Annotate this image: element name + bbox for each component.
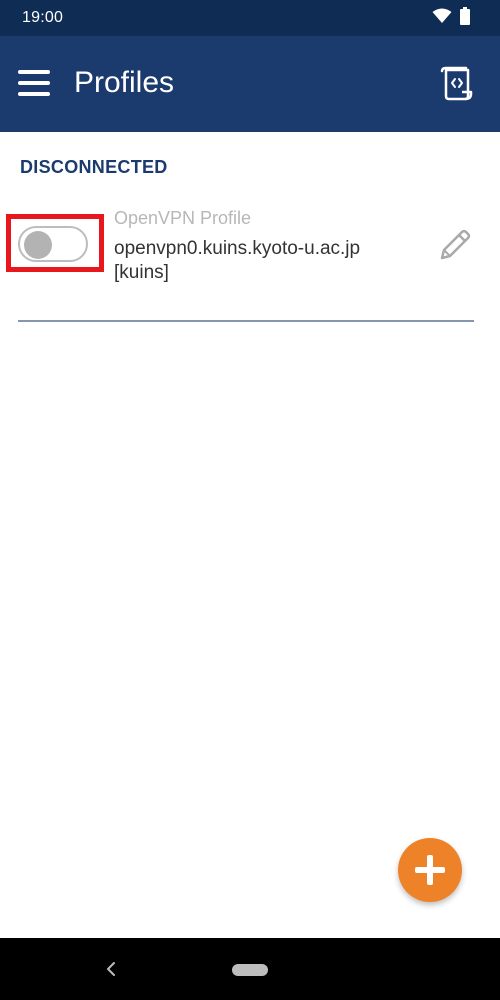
status-icons [432, 6, 470, 30]
system-nav-bar [0, 938, 500, 1000]
toggle-knob [24, 231, 52, 259]
status-time: 19:00 [22, 9, 64, 26]
menu-icon-bar-bottom [18, 92, 50, 96]
battery-icon [460, 6, 470, 30]
profile-connect-toggle[interactable] [18, 226, 88, 262]
page-title: Profiles [74, 66, 175, 99]
back-icon[interactable] [104, 960, 118, 978]
profile-type-label: OpenVPN Profile [114, 208, 252, 228]
profile-host[interactable]: openvpn0.kuins.kyoto-u.ac.jp [114, 238, 360, 260]
profile-divider [18, 320, 474, 322]
status-bar: 19:00 [0, 0, 500, 36]
edit-profile-button[interactable] [436, 226, 472, 264]
home-pill[interactable] [232, 964, 268, 976]
menu-icon-bar-middle [18, 81, 50, 85]
profile-name[interactable]: [kuins] [114, 262, 169, 284]
menu-icon-bar-top [18, 70, 50, 74]
add-profile-button[interactable] [398, 838, 462, 902]
plus-icon [415, 855, 445, 885]
pencil-icon [440, 229, 471, 260]
wifi-icon [432, 8, 452, 29]
app-bar: Profiles [0, 36, 500, 132]
import-profile-button[interactable] [440, 66, 474, 102]
menu-button[interactable] [14, 64, 56, 104]
import-profile-icon [440, 66, 473, 101]
section-header-disconnected: DISCONNECTED [20, 157, 168, 177]
